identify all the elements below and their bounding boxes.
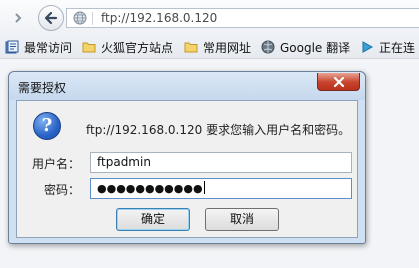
bookmark-most-visited[interactable]: 最常访问 — [5, 36, 72, 58]
close-button[interactable] — [317, 73, 360, 91]
back-arrow-icon — [44, 11, 58, 25]
ok-button[interactable]: 确定 — [116, 208, 190, 231]
password-label: 密码： — [44, 183, 81, 197]
username-label: 用户名： — [32, 157, 81, 171]
username-value: ftpadmin — [97, 155, 151, 169]
dialog-titlebar[interactable]: 需要授权 — [9, 72, 365, 100]
bookmarks-bar: 最常访问 火狐官方站点 常用网址 Google 翻译 正在连 — [0, 36, 419, 59]
password-input[interactable]: ●●●●●●●●●●● — [90, 178, 352, 199]
dialog-body: ? ftp://192.168.0.120 要求您输入用户名和密码。 用户名： … — [16, 100, 358, 238]
forward-arrow-icon — [15, 13, 22, 23]
close-icon — [333, 76, 344, 87]
play-icon — [362, 41, 374, 53]
bookmark-label: 最常访问 — [24, 40, 73, 55]
forward-button[interactable] — [6, 6, 30, 30]
bookmark-now-connecting[interactable]: 正在连 — [360, 36, 415, 58]
password-value: ●●●●●●●●●●● — [97, 182, 203, 195]
bookmark-label: 常用网址 — [203, 40, 252, 55]
bookmark-label: 火狐官方站点 — [101, 40, 174, 55]
globe-icon — [261, 40, 275, 54]
address-bar[interactable]: ftp://192.168.0.120 — [66, 8, 419, 28]
site-globe-icon — [73, 11, 87, 25]
bookmarks-icon — [5, 40, 19, 54]
text-caret — [203, 181, 205, 194]
dialog-title: 需要授权 — [18, 81, 67, 95]
bookmark-label: 正在连 — [379, 40, 416, 55]
auth-dialog: 需要授权 ? ftp://192.168.0.120 要求您输入用户名和密码。 … — [8, 71, 366, 244]
bookmark-firefox-site[interactable]: 火狐官方站点 — [82, 36, 173, 58]
back-button[interactable] — [38, 5, 64, 31]
cancel-button[interactable]: 取消 — [205, 208, 279, 231]
url-text[interactable]: ftp://192.168.0.120 — [101, 11, 217, 25]
browser-toolbar: ftp://192.168.0.120 — [0, 0, 419, 36]
question-icon: ? — [33, 112, 61, 140]
url-separator — [92, 12, 93, 25]
bookmark-label: Google 翻译 — [280, 40, 351, 55]
folder-icon — [82, 42, 96, 53]
bookmark-google-translate[interactable]: Google 翻译 — [261, 36, 350, 58]
dialog-message: ftp://192.168.0.120 要求您输入用户名和密码。 — [86, 123, 351, 137]
folder-icon — [184, 42, 198, 53]
bookmark-common-sites[interactable]: 常用网址 — [184, 36, 251, 58]
username-input[interactable]: ftpadmin — [90, 152, 352, 173]
